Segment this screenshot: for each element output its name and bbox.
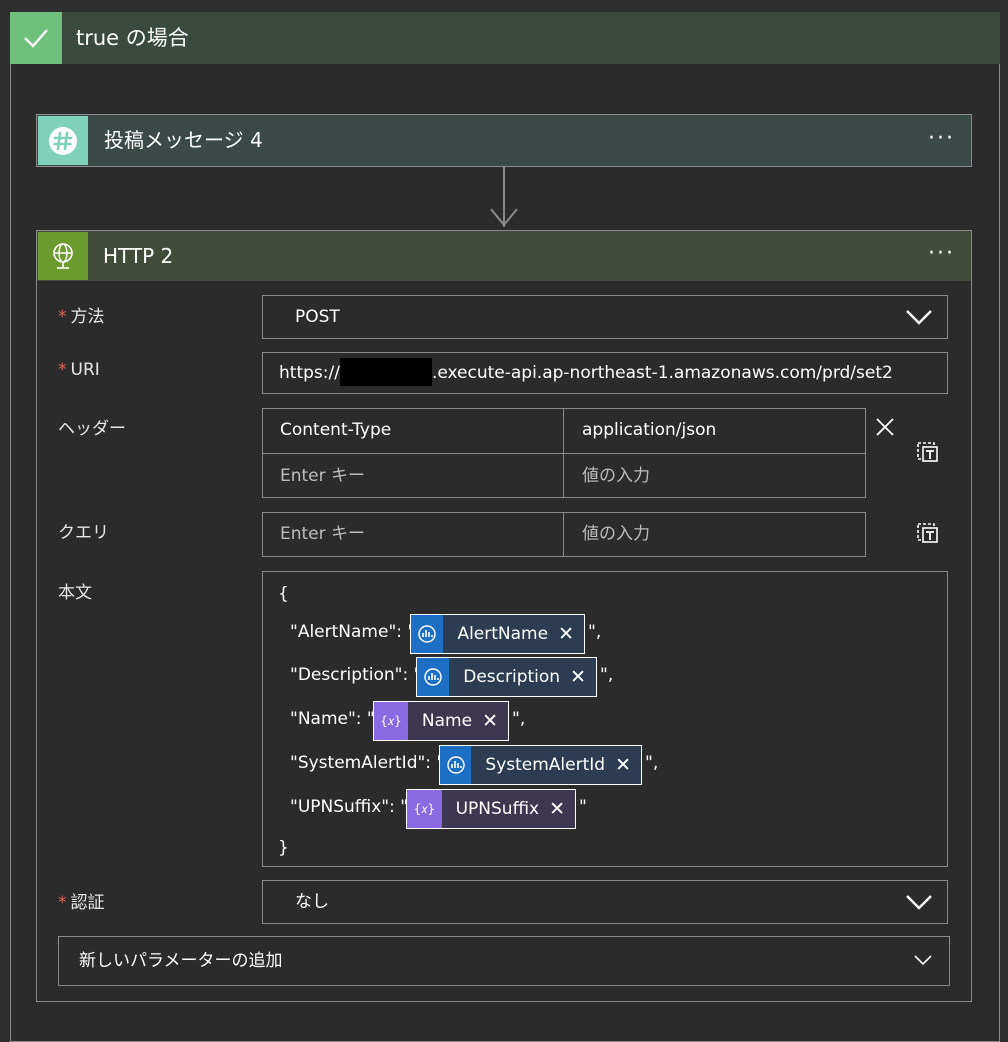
- body-key-text: "UPNSuffix": ": [290, 797, 409, 817]
- http-action-title: HTTP 2: [103, 244, 174, 268]
- required-mark: *: [58, 360, 67, 380]
- remove-token-icon[interactable]: ✕: [558, 624, 574, 644]
- body-tail-text: ",: [600, 665, 614, 685]
- remove-token-icon[interactable]: ✕: [549, 799, 565, 819]
- uri-prefix: https://: [279, 363, 340, 383]
- queries-label: クエリ: [58, 523, 109, 543]
- auth-label: * 認証: [58, 888, 105, 913]
- remove-token-icon[interactable]: ✕: [482, 711, 498, 731]
- sentinel-alert-icon: [440, 746, 472, 784]
- dynamic-content-token[interactable]: SystemAlertId ✕: [439, 745, 642, 785]
- slack-action-title: 投稿メッセージ 4: [104, 128, 263, 152]
- uri-suffix: .execute-api.ap-northeast-1.amazonaws.co…: [431, 363, 893, 383]
- token-label: Description: [463, 667, 561, 687]
- slack-action-menu-button[interactable]: ···: [928, 116, 955, 165]
- auth-label-text: 認証: [70, 893, 105, 913]
- token-label: SystemAlertId: [485, 755, 606, 775]
- method-select[interactable]: POST: [262, 295, 948, 339]
- remove-token-icon[interactable]: ✕: [615, 755, 631, 775]
- sentinel-alert-icon: [411, 615, 444, 653]
- header-key-input[interactable]: Enter キー: [262, 454, 563, 498]
- body-tail-text: ",: [645, 753, 659, 773]
- http-action-menu-button[interactable]: ···: [928, 231, 955, 281]
- body-close-brace: }: [278, 838, 289, 858]
- dynamic-content-token[interactable]: AlertName ✕: [410, 614, 585, 654]
- header-value-input[interactable]: application/json: [564, 408, 866, 453]
- query-value-input[interactable]: 値の入力: [564, 512, 866, 557]
- token-label: UPNSuffix: [455, 799, 540, 819]
- dynamic-content-token[interactable]: {𝑥} Name ✕: [373, 701, 509, 741]
- auth-select[interactable]: なし: [262, 880, 948, 924]
- body-tail-text: ",: [588, 622, 602, 642]
- method-value: POST: [295, 307, 340, 327]
- dynamic-content-token[interactable]: {𝑥} UPNSuffix ✕: [406, 789, 576, 829]
- add-parameter-select[interactable]: 新しいパラメーターの追加: [58, 936, 950, 986]
- body-key-text: "Name": ": [290, 709, 375, 729]
- token-label: AlertName: [457, 624, 549, 644]
- remove-token-icon[interactable]: ✕: [570, 667, 586, 687]
- add-parameter-label: 新しいパラメーターの追加: [79, 951, 283, 971]
- body-key-text: "SystemAlertId": ": [290, 753, 445, 773]
- http-action-header[interactable]: [37, 231, 971, 281]
- header-key-input[interactable]: Content-Type: [262, 408, 563, 453]
- sentinel-alert-icon: [417, 658, 450, 696]
- chevron-down-icon[interactable]: [904, 889, 934, 915]
- method-label-text: 方法: [70, 307, 105, 327]
- expression-icon: {𝑥}: [407, 790, 442, 828]
- arrow-down-icon: [490, 208, 518, 227]
- method-label: * 方法: [58, 302, 105, 327]
- chevron-down-icon[interactable]: [912, 950, 934, 970]
- required-mark: *: [58, 307, 67, 327]
- body-open-brace: {: [278, 584, 289, 604]
- text-mode-icon[interactable]: [914, 437, 940, 463]
- required-mark: *: [58, 893, 67, 913]
- body-tail-text: ": [579, 797, 587, 817]
- uri-label: * URI: [58, 360, 100, 380]
- header-value-input[interactable]: 値の入力: [564, 454, 866, 498]
- body-key-text: "Description": ": [290, 665, 422, 685]
- uri-label-text: URI: [70, 360, 100, 380]
- redacted-block: [339, 357, 432, 386]
- globe-icon: [38, 232, 88, 280]
- dynamic-content-token[interactable]: Description ✕: [416, 657, 597, 697]
- body-tail-text: ",: [512, 709, 526, 729]
- auth-value: なし: [295, 892, 329, 912]
- text-mode-icon[interactable]: [914, 518, 940, 544]
- slack-icon: [38, 116, 88, 165]
- uri-input[interactable]: https:// .execute-api.ap-northeast-1.amaz…: [262, 352, 948, 394]
- headers-label: ヘッダー: [58, 419, 126, 439]
- scope-title: true の場合: [76, 26, 189, 50]
- checkmark-icon: [10, 12, 62, 64]
- close-icon[interactable]: [874, 416, 896, 438]
- token-label: Name: [421, 711, 473, 731]
- query-key-input[interactable]: Enter キー: [262, 512, 563, 557]
- body-key-text: "AlertName": ": [290, 622, 416, 642]
- expression-icon: {𝑥}: [374, 702, 408, 740]
- chevron-down-icon[interactable]: [904, 304, 934, 330]
- body-label: 本文: [58, 583, 92, 603]
